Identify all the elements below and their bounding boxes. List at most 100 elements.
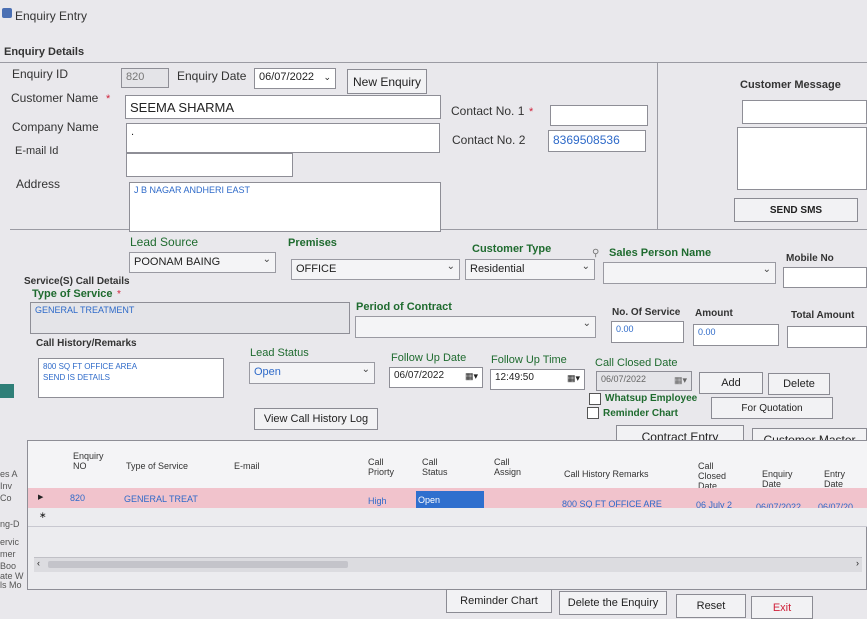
col-call-status[interactable]: Call Status — [422, 457, 450, 477]
service-call-details-heading: Service(S) Call Details — [24, 276, 130, 287]
customer-message-field[interactable] — [737, 127, 867, 190]
scroll-thumb[interactable] — [48, 561, 348, 568]
delete-the-enquiry-button[interactable]: Delete the Enquiry — [559, 591, 667, 615]
customer-message-line[interactable] — [742, 100, 867, 124]
follow-up-date-value: 06/07/2022 — [394, 370, 445, 381]
fragment-text: ls Mo — [0, 580, 22, 590]
spinner-icon: ▦▾ — [566, 373, 580, 383]
lead-status-label: Lead Status — [250, 347, 309, 359]
table-row[interactable]: ▶ 820 GENERAL TREAT High Open 800 SQ FT … — [28, 488, 867, 512]
horizontal-scrollbar[interactable]: ‹ › — [34, 557, 862, 572]
contact-no-1-field[interactable] — [550, 105, 648, 126]
address-label: Address — [16, 177, 61, 191]
title-bar: Enquiry Entry — [0, 0, 867, 38]
enquiry-date-label: Enquiry Date — [177, 69, 247, 83]
address-field[interactable]: J B NAGAR ANDHERI EAST — [129, 182, 441, 232]
col-enquiry-date[interactable]: Enquiry Date — [762, 469, 794, 489]
col-type-of-service[interactable]: Type of Service — [126, 461, 188, 471]
follow-up-date-picker[interactable]: 06/07/2022 ▦▾ — [389, 367, 483, 388]
background-window-labels: es A Inv Co ng-D ervic mer Boo ate W ls … — [0, 464, 26, 619]
sales-person-dropdown[interactable]: ⌄ — [603, 262, 776, 284]
period-of-contract-dropdown[interactable]: ⌄ — [355, 316, 596, 338]
new-row-icon: ∗ — [39, 510, 47, 520]
enquiry-grid[interactable]: Enquiry NO Type of Service E-mail Call P… — [27, 440, 867, 590]
lead-source-value: POONAM BAING — [134, 256, 221, 268]
cell-enquiry-no[interactable]: 820 — [70, 493, 85, 503]
email-field[interactable] — [126, 153, 293, 177]
section-enquiry-details: Enquiry Details — [4, 46, 85, 58]
call-history-remarks-field[interactable]: 800 SQ FT OFFICE AREA SEND IS DETAILS — [38, 358, 224, 398]
send-sms-button[interactable]: SEND SMS — [734, 198, 858, 222]
customer-type-label: Customer Type — [472, 243, 552, 255]
form-right-divider — [657, 62, 658, 230]
enquiry-id-field[interactable]: 820 — [121, 68, 169, 88]
row-pointer-icon: ▶ — [38, 494, 44, 501]
amount-field[interactable]: 0.00 — [693, 324, 779, 346]
search-icon: ⚲ — [592, 248, 600, 259]
scroll-left-icon[interactable]: ‹ — [37, 558, 40, 568]
total-amount-field[interactable] — [787, 326, 867, 348]
col-call-assign[interactable]: Call Assign — [494, 457, 522, 477]
enquiry-date-value: 06/07/2022 — [259, 71, 315, 83]
table-row-new[interactable]: ∗ — [28, 508, 867, 527]
reset-button[interactable]: Reset — [676, 594, 746, 618]
mobile-no-field[interactable] — [783, 267, 867, 288]
add-button[interactable]: Add — [699, 372, 763, 394]
type-of-service-field[interactable]: GENERAL TREATMENT — [30, 302, 350, 334]
exit-button[interactable]: Exit — [751, 596, 813, 619]
premises-dropdown[interactable]: OFFICE ⌄ — [291, 259, 460, 280]
contact-no-1-label: Contact No. 1 — [451, 104, 525, 118]
chevron-down-icon: ⌄ — [762, 264, 771, 275]
follow-up-time-picker[interactable]: 12:49:50 ▦▾ — [490, 369, 585, 390]
fragment-text: Co — [0, 493, 12, 503]
for-quotation-button[interactable]: For Quotation — [711, 397, 833, 419]
fragment-text: ng-D — [0, 519, 20, 529]
form-top-border — [0, 62, 867, 63]
col-call-history-remarks[interactable]: Call History Remarks — [564, 469, 649, 479]
customer-name-required: * — [106, 93, 111, 105]
view-call-history-log-button[interactable]: View Call History Log — [254, 408, 378, 430]
no-of-service-field[interactable]: 0.00 — [611, 321, 684, 343]
new-enquiry-button[interactable]: New Enquiry — [347, 69, 427, 94]
contact-no-2-field[interactable]: 8369508536 — [548, 130, 646, 152]
whatsup-employee-checkbox[interactable] — [589, 393, 601, 405]
lead-source-dropdown[interactable]: POONAM BAING ⌄ — [129, 252, 276, 273]
mobile-no-label: Mobile No — [786, 253, 834, 264]
enquiry-id-label: Enquiry ID — [12, 67, 69, 81]
company-name-field[interactable]: . — [126, 123, 440, 153]
period-of-contract-label: Period of Contract — [356, 301, 452, 313]
customer-name-field[interactable]: SEEMA SHARMA — [125, 95, 441, 119]
col-enquiry-no[interactable]: Enquiry NO — [73, 451, 104, 471]
calendar-icon: ▦▾ — [464, 371, 478, 381]
company-name-label: Company Name — [12, 120, 99, 134]
reminder-chart-button[interactable]: Reminder Chart — [446, 589, 552, 613]
lead-source-label: Lead Source — [130, 235, 199, 249]
cell-call-status[interactable]: Open — [416, 491, 484, 509]
call-closed-date-picker[interactable]: 06/07/2022 ▦▾ — [596, 371, 692, 391]
no-of-service-label: No. Of Service — [612, 307, 681, 318]
follow-up-time-value: 12:49:50 — [495, 372, 534, 383]
customer-type-dropdown[interactable]: Residential ⌄ — [465, 259, 595, 280]
reminder-chart-checkbox[interactable] — [587, 407, 599, 419]
cell-type-of-service[interactable]: GENERAL TREAT — [124, 494, 224, 504]
delete-button[interactable]: Delete — [768, 373, 830, 395]
scroll-right-icon[interactable]: › — [856, 558, 859, 568]
lead-status-dropdown[interactable]: Open ⌄ — [249, 362, 375, 384]
customer-name-label: Customer Name — [11, 91, 99, 105]
fragment-text: ervic — [0, 537, 20, 547]
col-email[interactable]: E-mail — [234, 461, 260, 471]
cell-call-priority[interactable]: High — [368, 496, 387, 506]
reminder-chart-check-label: Reminder Chart — [603, 408, 679, 419]
premises-value: OFFICE — [296, 263, 337, 275]
col-call-priority[interactable]: Call Priorty — [368, 457, 396, 477]
fragment-text: mer — [0, 549, 16, 559]
app-icon — [2, 8, 12, 18]
enquiry-date-picker[interactable]: 06/07/2022 ⌄ — [254, 68, 336, 89]
chevron-down-icon: ⌄ — [323, 72, 331, 82]
contact-no-1-required: * — [529, 106, 534, 118]
calendar-icon: ▦▾ — [673, 375, 687, 385]
col-entry-date[interactable]: Entry Date — [824, 469, 852, 489]
col-call-closed-date[interactable]: Call Closed Date — [698, 461, 728, 491]
premises-label: Premises — [288, 237, 337, 249]
customer-message-label: Customer Message — [740, 79, 841, 91]
